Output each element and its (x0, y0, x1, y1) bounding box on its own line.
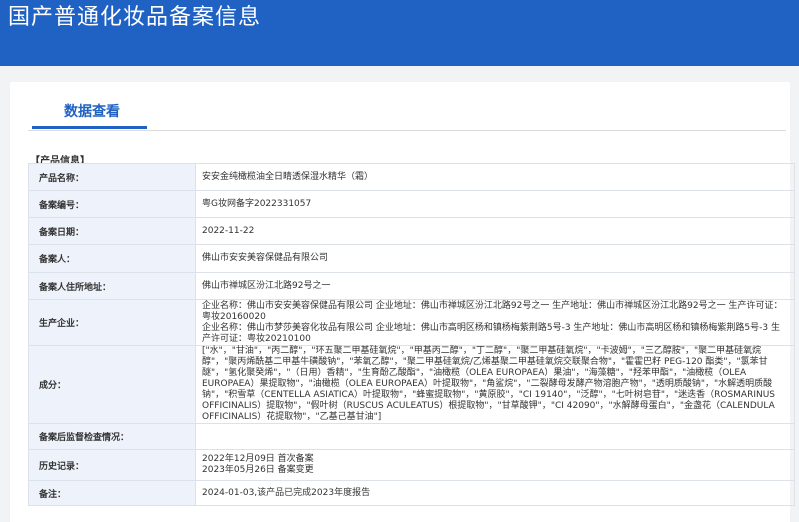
value-record-date: 2022-11-22 (195, 217, 795, 245)
label-registrant: 备案人： (28, 244, 196, 273)
product-info-table: 产品名称： 安安金纯橄榄油全日睛透保湿水精华（霜） 备案编号： 粤G妆网备字20… (28, 163, 795, 506)
label-record-date: 备案日期： (28, 217, 196, 245)
label-history: 历史记录： (28, 449, 196, 481)
header-banner: 国产普通化妆品备案信息 (0, 0, 799, 66)
value-ingredients: ["水"，"甘油"，"丙二醇"，"环五聚二甲基硅氧烷"，"甲基丙二醇"，"丁二醇… (195, 345, 795, 424)
value-history: 2022年12月09日 首次备案 2023年05月26日 备案变更 (195, 449, 795, 481)
table-row-record-number: 备案编号： 粤G妆网备字2022331057 (28, 190, 795, 218)
table-row-registrant: 备案人： 佛山市安安美容保健品有限公司 (28, 244, 795, 273)
table-row-registrant-address: 备案人住所地址： 佛山市禅城区汾江北路92号之一 (28, 272, 795, 300)
tab-active-indicator (32, 126, 147, 129)
value-registrant-address: 佛山市禅城区汾江北路92号之一 (195, 272, 795, 300)
label-remarks: 备注： (28, 480, 196, 506)
value-registrant: 佛山市安安美容保健品有限公司 (195, 244, 795, 273)
value-product-name: 安安金纯橄榄油全日睛透保湿水精华（霜） (195, 163, 795, 191)
table-row-history: 历史记录： 2022年12月09日 首次备案 2023年05月26日 备案变更 (28, 449, 795, 481)
table-row-record-date: 备案日期： 2022-11-22 (28, 217, 795, 245)
table-row-ingredients: 成分： ["水"，"甘油"，"丙二醇"，"环五聚二甲基硅氧烷"，"甲基丙二醇"，… (28, 345, 795, 424)
label-ingredients: 成分： (28, 345, 196, 424)
table-row-product-name: 产品名称： 安安金纯橄榄油全日睛透保湿水精华（霜） (28, 163, 795, 191)
label-product-name: 产品名称： (28, 163, 196, 191)
label-inspection: 备案后监督检查情况： (28, 423, 196, 450)
label-record-number: 备案编号： (28, 190, 196, 218)
value-inspection (195, 423, 795, 450)
value-manufacturer: 企业名称：佛山市安安美容保健品有限公司 企业地址：佛山市禅城区汾江北路92号之一… (195, 299, 795, 346)
tab-data-view[interactable]: 数据查看 (32, 96, 152, 128)
table-row-remarks: 备注： 2024-01-03,该产品已完成2023年度报告 (28, 480, 795, 506)
table-row-manufacturer: 生产企业： 企业名称：佛山市安安美容保健品有限公司 企业地址：佛山市禅城区汾江北… (28, 299, 795, 346)
label-manufacturer: 生产企业： (28, 299, 196, 346)
tab-divider (28, 130, 786, 131)
table-row-inspection: 备案后监督检查情况： (28, 423, 795, 450)
label-registrant-address: 备案人住所地址： (28, 272, 196, 300)
page-title: 国产普通化妆品备案信息 (8, 5, 262, 30)
value-remarks: 2024-01-03,该产品已完成2023年度报告 (195, 480, 795, 506)
value-record-number: 粤G妆网备字2022331057 (195, 190, 795, 218)
